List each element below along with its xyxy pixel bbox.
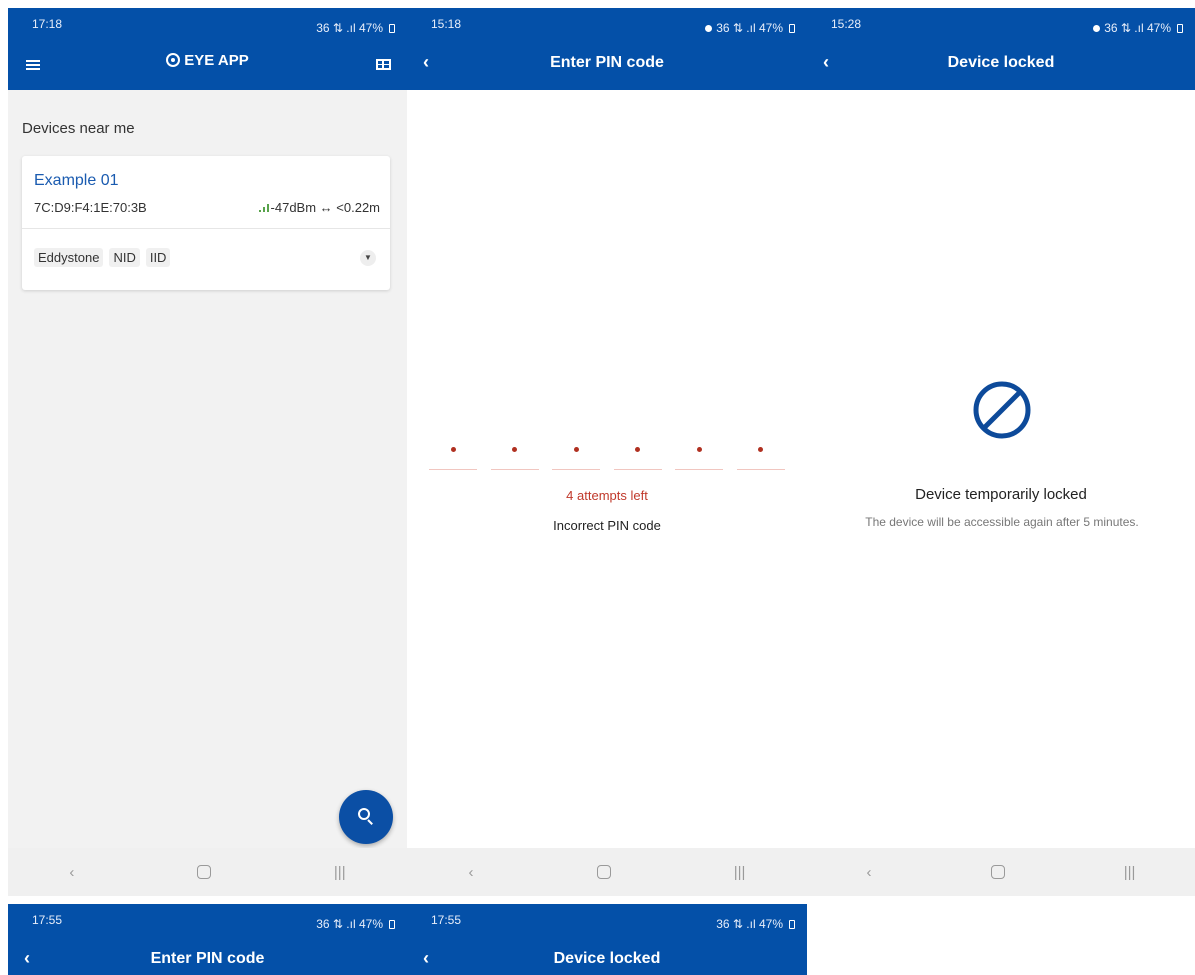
battery-icon xyxy=(389,23,395,33)
page-title: Device locked xyxy=(553,950,661,967)
status-indicators: 36 ⇅ .ıl 47% xyxy=(1093,17,1183,39)
page-title: Enter PIN code xyxy=(550,54,664,71)
nav-home-icon[interactable] xyxy=(197,865,212,879)
status-time: 15:18 xyxy=(431,17,462,31)
status-time: 17:55 xyxy=(431,913,462,927)
screen-devices: 17:18 36 ⇅ .ıl 47% EYE APP Devices near … xyxy=(8,8,407,896)
locked-content: Device temporarily locked The device wil… xyxy=(807,90,1195,848)
tag-eddystone: Eddystone xyxy=(34,248,104,267)
search-fab-button[interactable] xyxy=(339,790,393,844)
app-bar: 15:28 36 ⇅ .ıl 47% ‹ Device locked xyxy=(807,8,1195,90)
status-time: 15:28 xyxy=(831,17,862,31)
eye-logo-icon xyxy=(166,53,181,67)
grid-view-icon[interactable] xyxy=(376,59,391,70)
screen-device-locked: 15:28 36 ⇅ .ıl 47% ‹ Device locked Devic… xyxy=(807,8,1195,896)
page-title: Device locked xyxy=(947,54,1055,71)
notification-icon xyxy=(1093,24,1101,32)
status-text: 36 ⇅ .ıl 47% xyxy=(716,21,783,35)
system-nav-bar: ‹ ||| xyxy=(8,848,407,896)
device-name[interactable]: Example 01 xyxy=(34,172,119,190)
card-divider xyxy=(22,228,390,229)
nav-recents-icon[interactable]: ||| xyxy=(1124,864,1136,881)
device-tags: Eddystone NID IID xyxy=(34,248,171,267)
status-time: 17:55 xyxy=(32,913,63,927)
device-signal: -47dBm ↔ <0.22m xyxy=(258,200,380,215)
pin-digit-6[interactable] xyxy=(736,430,785,470)
screen-enter-pin-partial: 17:55 36 ⇅ .ıl 47% ‹ Enter PIN code xyxy=(8,904,407,975)
app-bar: 17:55 36 ⇅ .ıl 47% ‹ Device locked xyxy=(407,904,807,975)
lock-description: The device will be accessible again afte… xyxy=(865,515,1139,529)
battery-icon xyxy=(1177,23,1183,33)
pin-digit-4[interactable] xyxy=(613,430,662,470)
devices-content: Devices near me Example 01 7C:D9:F4:1E:7… xyxy=(8,90,407,848)
status-indicators: 36 ⇅ .ıl 47% xyxy=(316,913,395,935)
app-brand: EYE APP xyxy=(8,52,407,69)
tag-iid: IID xyxy=(145,248,171,267)
signal-text: -47dBm ↔ <0.22m xyxy=(270,200,380,215)
nav-back-icon[interactable]: ‹ xyxy=(867,864,872,881)
device-mac: 7C:D9:F4:1E:70:3B xyxy=(34,200,147,215)
nav-home-icon[interactable] xyxy=(596,865,611,879)
nav-home-icon[interactable] xyxy=(990,865,1005,879)
pin-digit-5[interactable] xyxy=(675,430,724,470)
lock-title: Device temporarily locked xyxy=(915,486,1087,503)
pin-content: 4 attempts left Incorrect PIN code xyxy=(407,90,807,848)
battery-icon xyxy=(789,919,795,929)
status-text: 36 ⇅ .ıl 47% xyxy=(1104,21,1171,35)
tag-nid: NID xyxy=(109,248,140,267)
status-text: 36 ⇅ .ıl 47% xyxy=(316,917,383,931)
system-nav-bar: ‹ ||| xyxy=(407,848,807,896)
status-indicators: 36 ⇅ .ıl 47% xyxy=(316,17,395,39)
system-nav-bar: ‹ ||| xyxy=(807,848,1195,896)
expand-chevron-icon[interactable]: ▼ xyxy=(360,250,376,266)
app-bar: 17:18 36 ⇅ .ıl 47% EYE APP xyxy=(8,8,407,90)
pin-error-text: Incorrect PIN code xyxy=(553,518,661,533)
status-text: 36 ⇅ .ıl 47% xyxy=(716,917,783,931)
brand-label: EYE APP xyxy=(184,52,249,69)
status-indicators: 36 ⇅ .ıl 47% xyxy=(716,913,795,935)
status-text: 36 ⇅ .ıl 47% xyxy=(316,21,383,35)
attempts-left-text: 4 attempts left xyxy=(566,488,648,503)
nav-recents-icon[interactable]: ||| xyxy=(734,864,746,881)
screenshot-collage: 17:18 36 ⇅ .ıl 47% EYE APP Devices near … xyxy=(0,0,1195,975)
pin-digit-2[interactable] xyxy=(490,430,539,470)
section-title: Devices near me xyxy=(22,120,135,137)
nav-recents-icon[interactable]: ||| xyxy=(334,864,346,881)
app-bar: 17:55 36 ⇅ .ıl 47% ‹ Enter PIN code xyxy=(8,904,407,975)
nav-back-icon[interactable]: ‹ xyxy=(69,864,74,881)
status-time: 17:18 xyxy=(32,17,63,31)
screen-device-locked-partial: 17:55 36 ⇅ .ıl 47% ‹ Device locked xyxy=(407,904,807,975)
blocked-icon xyxy=(973,381,1031,439)
nav-back-icon[interactable]: ‹ xyxy=(469,864,474,881)
battery-icon xyxy=(789,23,795,33)
app-bar: 15:18 36 ⇅ .ıl 47% ‹ Enter PIN code xyxy=(407,8,807,90)
pin-digit-3[interactable] xyxy=(552,430,601,470)
pin-digit-1[interactable] xyxy=(429,430,477,470)
notification-icon xyxy=(705,24,713,32)
device-card[interactable]: Example 01 7C:D9:F4:1E:70:3B -47dBm ↔ <0… xyxy=(22,156,390,290)
pin-input-row[interactable] xyxy=(429,430,785,470)
page-title: Enter PIN code xyxy=(150,950,265,967)
battery-icon xyxy=(389,919,395,929)
screen-enter-pin: 15:18 36 ⇅ .ıl 47% ‹ Enter PIN code 4 at… xyxy=(407,8,807,896)
status-indicators: 36 ⇅ .ıl 47% xyxy=(705,17,795,39)
signal-bars-icon xyxy=(258,204,269,212)
